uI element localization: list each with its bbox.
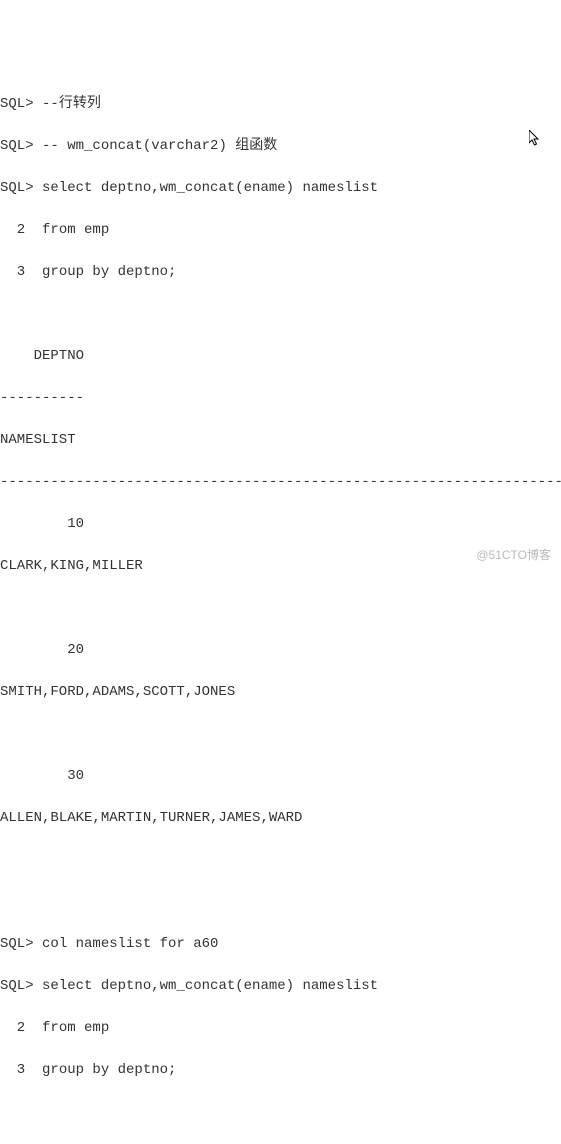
sql-stmt: select deptno,wm_concat(ename) nameslist	[42, 978, 378, 994]
sql-line: SQL> select deptno,wm_concat(ename) name…	[0, 178, 561, 199]
watermark: @51CTO博客	[476, 546, 551, 564]
sql-line: 3 group by deptno;	[0, 1060, 561, 1081]
sql-prompt: SQL>	[0, 936, 34, 952]
sql-line: SQL> --行转列	[0, 94, 561, 115]
sql-line: SQL> select deptno,wm_concat(ename) name…	[0, 976, 561, 997]
header-separator: ----------------------------------------…	[0, 472, 561, 493]
sql-stmt: --行转列	[42, 96, 101, 112]
line-number: 2	[0, 1020, 34, 1036]
blank-line	[0, 304, 561, 325]
sql-stmt: group by deptno;	[42, 1062, 176, 1078]
sql-stmt: from emp	[42, 222, 109, 238]
column-header: NAMESLIST	[0, 430, 561, 451]
blank-line	[0, 598, 561, 619]
sql-stmt: from emp	[42, 1020, 109, 1036]
sql-stmt: col nameslist for a60	[42, 936, 218, 952]
line-number: 3	[0, 264, 34, 280]
blank-line	[0, 724, 561, 745]
result-value: 20	[0, 640, 561, 661]
sql-prompt: SQL>	[0, 96, 34, 112]
sql-prompt: SQL>	[0, 180, 34, 196]
sql-stmt: select deptno,wm_concat(ename) nameslist	[42, 180, 378, 196]
sql-line: SQL> col nameslist for a60	[0, 934, 561, 955]
blank-line	[0, 850, 561, 871]
sql-prompt: SQL>	[0, 138, 34, 154]
result-value: 30	[0, 766, 561, 787]
sql-line: SQL> -- wm_concat(varchar2) 组函数	[0, 136, 561, 157]
line-number: 2	[0, 222, 34, 238]
result-value: SMITH,FORD,ADAMS,SCOTT,JONES	[0, 682, 561, 703]
header-separator: ----------	[0, 388, 561, 409]
result-value: ALLEN,BLAKE,MARTIN,TURNER,JAMES,WARD	[0, 808, 561, 829]
blank-line	[0, 892, 561, 913]
sql-line: 2 from emp	[0, 1018, 561, 1039]
sql-line: 2 from emp	[0, 220, 561, 241]
sql-stmt: group by deptno;	[42, 264, 176, 280]
sql-stmt: -- wm_concat(varchar2) 组函数	[42, 138, 277, 154]
result-value: 10	[0, 514, 561, 535]
line-number: 3	[0, 1062, 34, 1078]
sql-prompt: SQL>	[0, 978, 34, 994]
sql-line: 3 group by deptno;	[0, 262, 561, 283]
column-header: DEPTNO	[0, 346, 561, 367]
